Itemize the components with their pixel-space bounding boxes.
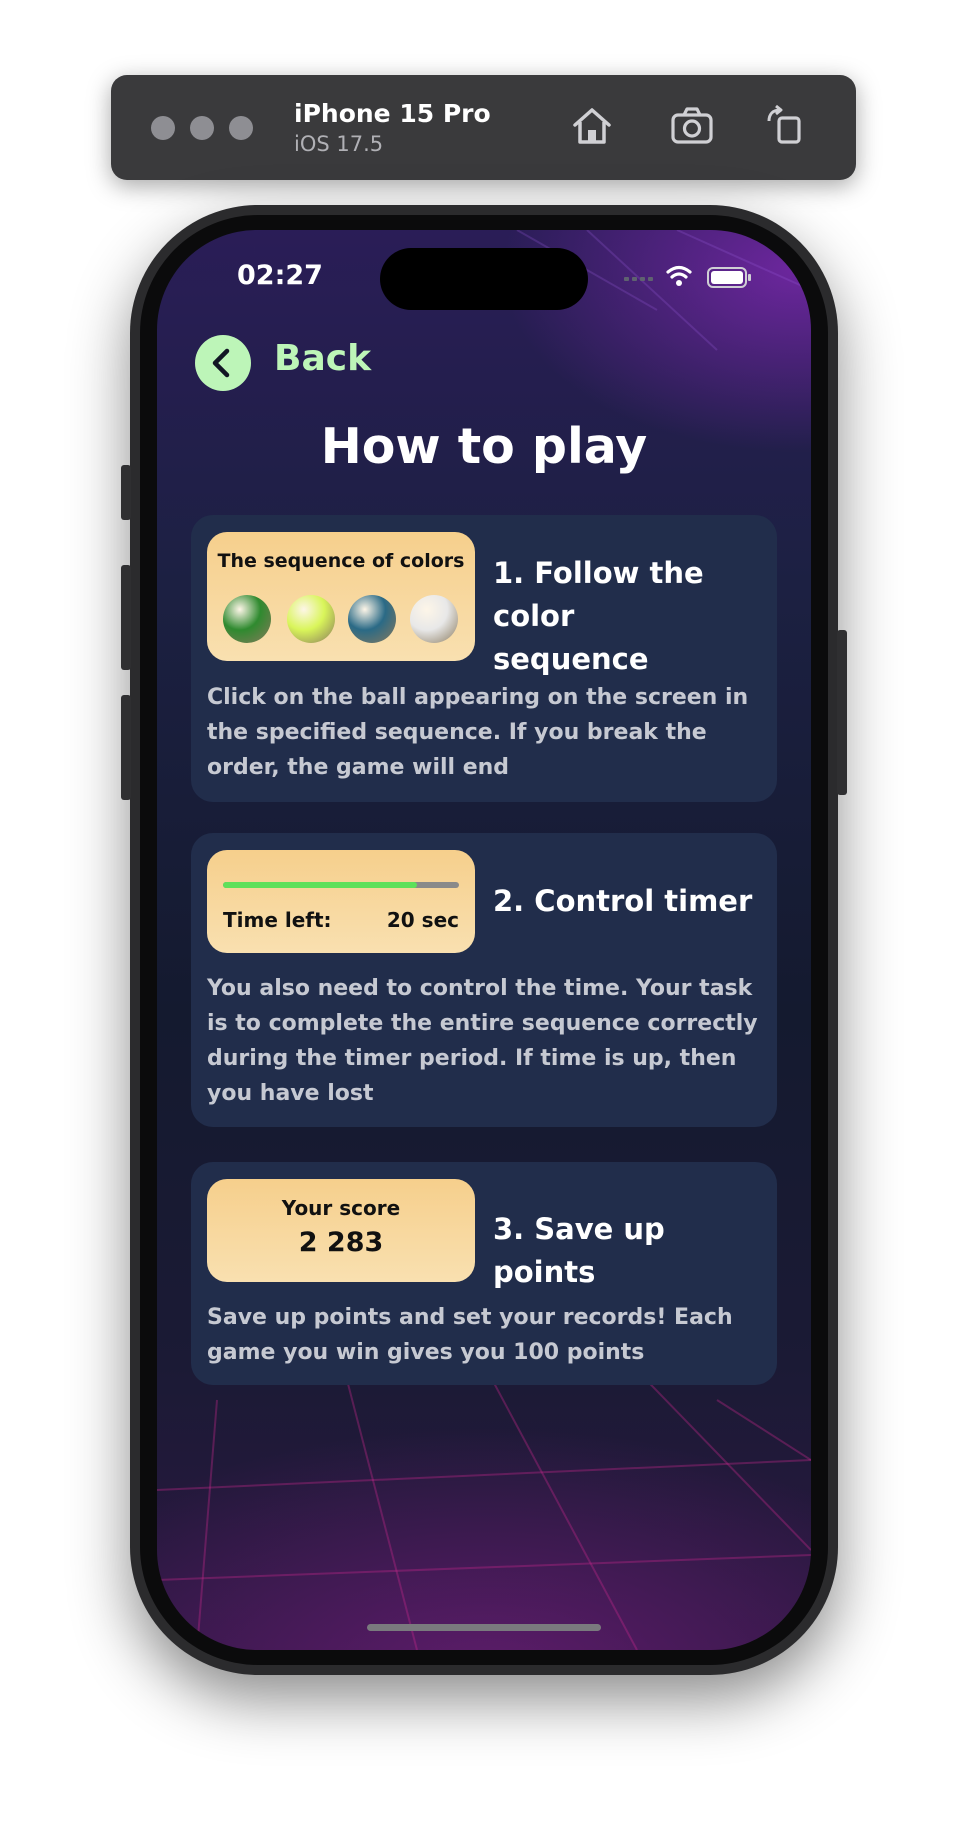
color-ball-green [223,595,271,643]
score-label: Your score [281,1196,401,1220]
volume-up-button [121,565,131,670]
timer-preview-tile: Time left: 20 sec [207,850,475,953]
screenshot-icon[interactable] [669,103,715,149]
timer-progress-bar [223,882,459,888]
rule-text-3: Save up points and set your records! Eac… [207,1305,733,1365]
back-label[interactable]: Back [274,338,371,379]
color-ball-lime [287,595,335,643]
window-minimize-dot[interactable] [190,116,214,140]
time-left-value: 20 sec [386,908,459,932]
status-time: 02:27 [237,260,323,291]
power-button [837,630,847,795]
home-icon[interactable] [569,103,615,149]
window-zoom-dot[interactable] [229,116,253,140]
os-version: iOS 17.5 [294,132,384,156]
rule-heading-1: 1. Follow the color sequence [493,556,704,676]
time-left-label: Time left: [223,908,332,932]
rule-heading-2: 2. Control timer [493,884,753,918]
simulator-toolbar: iPhone 15 Pro iOS 17.5 [111,75,856,180]
page-title: How to play [320,418,648,475]
device-name: iPhone 15 Pro [294,99,491,128]
battery-icon [707,267,751,288]
dynamic-island [380,248,588,310]
rule-text-1: Click on the ball appearing on the scree… [207,685,749,780]
back-button[interactable] [195,335,251,391]
sequence-preview-tile: The sequence of colors [207,532,475,661]
rule-card-timer: Time left: 20 sec 2. Control timer You a… [191,833,777,1127]
home-indicator[interactable] [367,1624,601,1631]
color-ball-teal [348,595,396,643]
window-close-dot[interactable] [151,116,175,140]
chevron-left-icon [212,348,230,378]
score-preview-tile: Your score 2 283 [207,1179,475,1282]
rule-heading-3: 3. Save up points [493,1212,665,1289]
cellular-signal-icon [624,277,653,281]
color-ball-white [410,595,458,643]
score-value: 2 283 [298,1227,384,1258]
rule-text-2: You also need to control the time. Your … [207,976,758,1106]
status-icons [624,265,751,288]
timer-progress-fill [223,882,417,888]
rule-card-sequence: The sequence of colors 1. Follow the col… [191,515,777,802]
rule-card-points: Your score 2 283 3. Save up points Save … [191,1162,777,1385]
action-button [121,465,131,520]
rotate-icon[interactable] [761,103,807,149]
sequence-tile-title: The sequence of colors [217,550,465,572]
volume-down-button [121,695,131,800]
phone-screen: 02:27 Back How to play The sequence of c… [157,230,811,1650]
wifi-icon [666,265,692,279]
